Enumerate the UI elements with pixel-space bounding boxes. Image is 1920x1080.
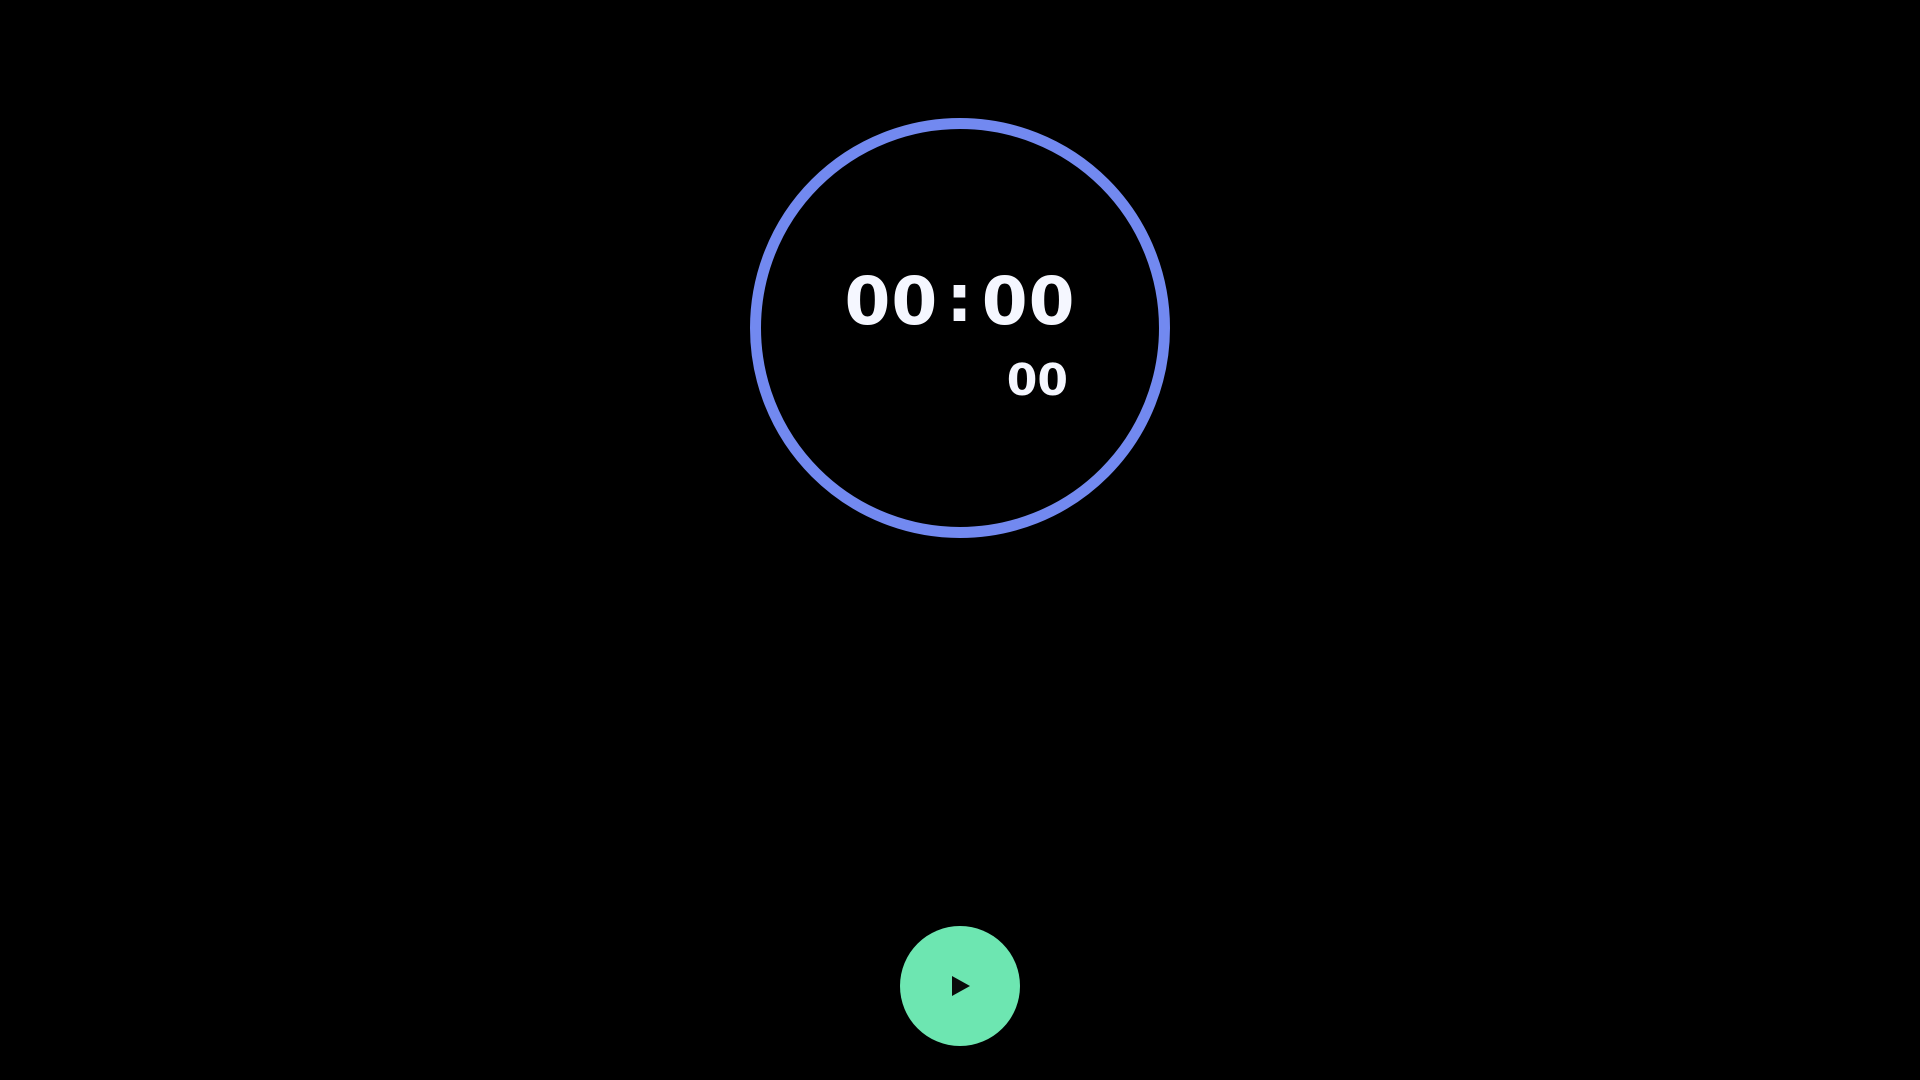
play-icon (952, 976, 970, 996)
stopwatch-screen: 00:00 00 (0, 0, 1920, 1080)
play-button[interactable] (900, 926, 1020, 1046)
timer-centiseconds: 00 (1006, 355, 1068, 406)
timer-separator: : (946, 260, 974, 337)
timer-seconds: 00 (981, 263, 1076, 340)
timer-minutes: 00 (844, 263, 939, 340)
timer-display: 00:00 (761, 260, 1159, 337)
timer-dial: 00:00 00 (750, 118, 1170, 538)
